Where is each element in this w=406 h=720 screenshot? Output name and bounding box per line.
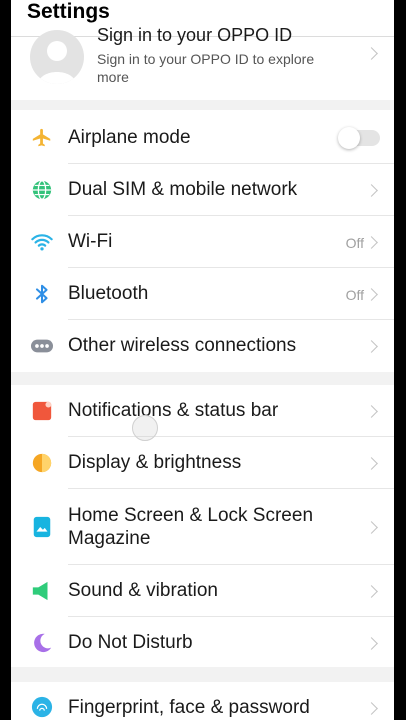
- account-row[interactable]: Sign in to your OPPO ID Sign in to your …: [11, 25, 394, 100]
- wifi-icon: [31, 234, 53, 251]
- chevron-right-icon: [365, 405, 378, 418]
- home-lock-screen-row[interactable]: Home Screen & Lock Screen Magazine: [11, 489, 394, 565]
- dual-sim-row[interactable]: Dual SIM & mobile network: [11, 164, 394, 216]
- speaker-icon: [32, 581, 48, 601]
- touch-indicator: [132, 415, 158, 441]
- chevron-right-icon: [365, 184, 378, 197]
- airplane-icon: [32, 128, 51, 147]
- other-wireless-row[interactable]: Other wireless connections: [11, 320, 394, 372]
- settings-screen: Settings Sign in to your OPPO ID Sign in…: [11, 0, 394, 720]
- bluetooth-status: Off: [345, 287, 364, 303]
- account-subtitle-line1: Sign in to your OPPO ID to explore: [97, 51, 315, 67]
- chevron-right-icon: [365, 288, 378, 301]
- dual-sim-label: Dual SIM & mobile network: [68, 179, 298, 200]
- page-title: Settings: [27, 0, 110, 23]
- account-title: Sign in to your OPPO ID: [97, 25, 293, 45]
- moon-icon: [34, 633, 52, 653]
- bluetooth-icon: [35, 284, 48, 304]
- bluetooth-row[interactable]: Bluetooth Off: [11, 268, 394, 320]
- airplane-mode-toggle[interactable]: [338, 127, 380, 149]
- account-subtitle-line2: more: [97, 69, 129, 85]
- home-lock-screen-label-line2: Magazine: [68, 528, 151, 549]
- fingerprint-icon: [31, 696, 53, 718]
- sound-vibration-label: Sound & vibration: [68, 580, 218, 601]
- do-not-disturb-row[interactable]: Do Not Disturb: [11, 617, 394, 669]
- chevron-right-icon: [365, 47, 378, 60]
- wifi-status: Off: [345, 235, 364, 251]
- home-lock-screen-label-line1: Home Screen & Lock Screen: [68, 505, 314, 526]
- chevron-right-icon: [365, 236, 378, 249]
- more-icon: [31, 339, 53, 353]
- brightness-icon: [32, 453, 52, 473]
- globe-icon: [32, 180, 52, 200]
- notification-icon: [32, 401, 52, 421]
- picture-icon: [33, 516, 51, 538]
- other-wireless-label: Other wireless connections: [68, 335, 297, 356]
- chevron-right-icon: [365, 585, 378, 598]
- display-brightness-label: Display & brightness: [68, 452, 242, 473]
- toggle-knob: [338, 127, 360, 149]
- chevron-right-icon: [365, 637, 378, 650]
- fingerprint-label: Fingerprint, face & password: [68, 697, 310, 718]
- chevron-right-icon: [365, 457, 378, 470]
- airplane-mode-label: Airplane mode: [68, 127, 191, 148]
- chevron-right-icon: [365, 340, 378, 353]
- chevron-right-icon: [365, 702, 378, 715]
- fingerprint-row[interactable]: Fingerprint, face & password: [11, 682, 394, 720]
- sound-vibration-row[interactable]: Sound & vibration: [11, 565, 394, 617]
- wifi-label: Wi-Fi: [68, 231, 113, 252]
- do-not-disturb-label: Do Not Disturb: [68, 632, 193, 653]
- display-brightness-row[interactable]: Display & brightness: [11, 437, 394, 489]
- bluetooth-label: Bluetooth: [68, 283, 149, 304]
- chevron-right-icon: [365, 521, 378, 534]
- notifications-label: Notifications & status bar: [68, 400, 279, 421]
- wifi-row[interactable]: Wi-Fi Off: [11, 216, 394, 268]
- notifications-row[interactable]: Notifications & status bar: [11, 385, 394, 437]
- airplane-mode-row[interactable]: Airplane mode: [11, 112, 394, 164]
